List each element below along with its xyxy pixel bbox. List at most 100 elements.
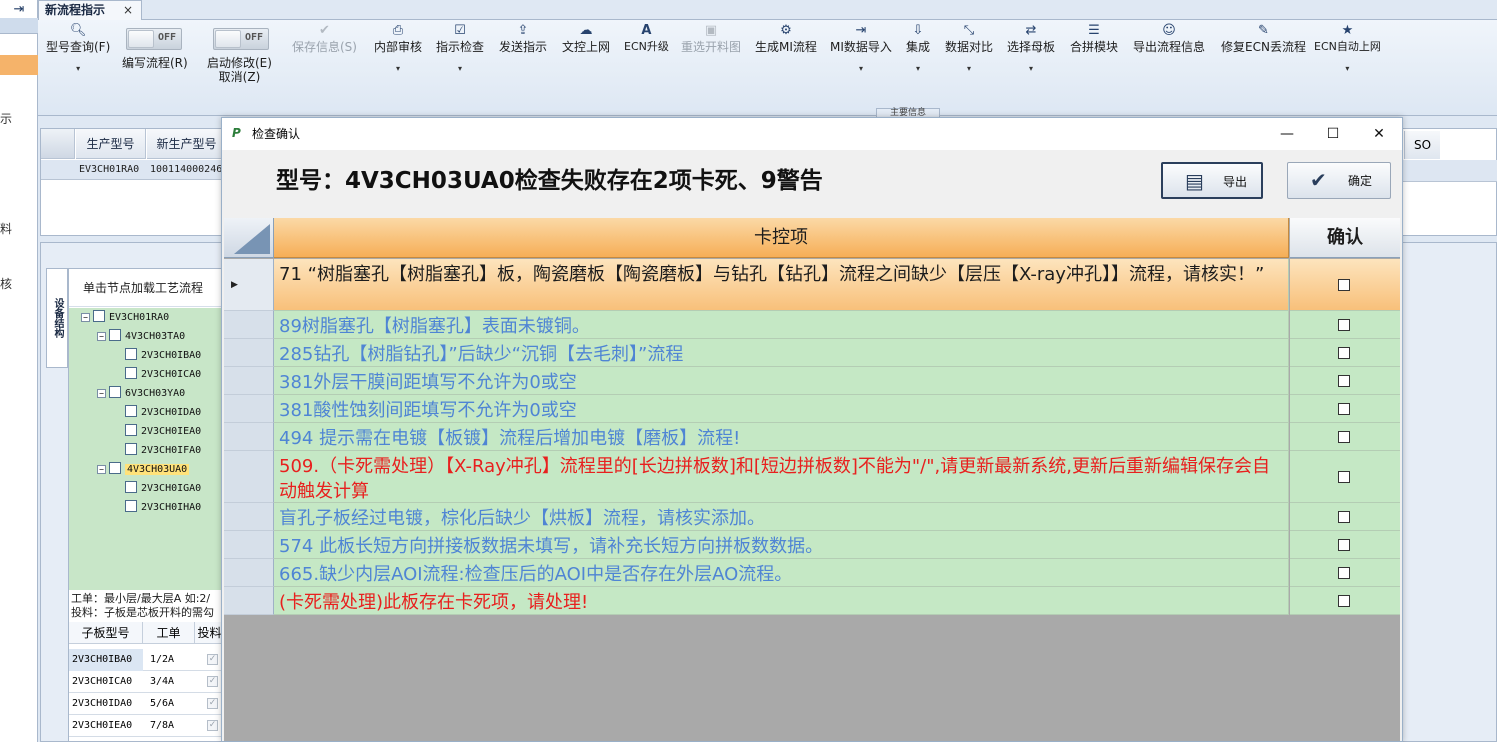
- table-row[interactable]: 89树脂塞孔【树脂塞孔】表面未镀铜。: [224, 311, 1400, 339]
- confirm-checkbox[interactable]: [1338, 278, 1350, 291]
- export-button[interactable]: ▤ 导出: [1161, 162, 1263, 199]
- document-tab[interactable]: 新流程指示 ×: [38, 0, 142, 20]
- tree-node[interactable]: 2V3CH0ICA0: [125, 365, 201, 384]
- table-row[interactable]: ▶ 71 “树脂塞孔【树脂塞孔】板，陶瓷磨板【陶瓷磨板】与钻孔【钻孔】流程之间缺…: [224, 259, 1400, 311]
- grid-corner[interactable]: [41, 129, 75, 159]
- dialog-titlebar[interactable]: P 检查确认 — ☐ ✕: [222, 118, 1402, 150]
- checkbox[interactable]: ✓: [207, 654, 218, 665]
- write-flow-label: 编写流程(R): [122, 56, 188, 70]
- collapse-icon: −: [97, 332, 106, 341]
- column-header[interactable]: 工单: [143, 622, 195, 644]
- write-flow-toggle[interactable]: OFF: [126, 28, 182, 50]
- tree-node[interactable]: 2V3CH0IHA0: [125, 498, 201, 517]
- tree-node[interactable]: 2V3CH0IFA0: [125, 441, 201, 460]
- column-header-item[interactable]: 卡控项: [274, 218, 1289, 258]
- repair-ecn-flow-button[interactable]: ✎ 修复ECN丢流程: [1221, 22, 1306, 54]
- mi-data-import-button[interactable]: ⇥ MI数据导入 ▾: [830, 22, 892, 73]
- confirm-checkbox[interactable]: [1338, 402, 1350, 415]
- tree-node[interactable]: 2V3CH0IBA0: [125, 346, 201, 365]
- close-icon[interactable]: ×: [123, 1, 133, 20]
- confirm-checkbox[interactable]: [1338, 374, 1350, 387]
- chevron-down-icon[interactable]: ▾: [436, 64, 484, 73]
- column-header-confirm[interactable]: 确认: [1290, 218, 1400, 258]
- chevron-down-icon[interactable]: ▾: [1007, 64, 1055, 73]
- table-row[interactable]: 381酸性蚀刻间距填写不允许为0或空: [224, 395, 1400, 423]
- confirm-checkbox[interactable]: [1338, 318, 1350, 331]
- column-header[interactable]: 子板型号: [69, 622, 143, 644]
- save-info-button[interactable]: ✔ 保存信息(S): [292, 22, 357, 54]
- chevron-down-icon[interactable]: ▾: [906, 64, 930, 73]
- table-row[interactable]: 665.缺少内层AOI流程:检查压后的AOI中是否存在外层AO流程。: [224, 559, 1400, 587]
- check-icon: ✔: [319, 23, 330, 38]
- column-header[interactable]: 生产型号: [76, 129, 146, 159]
- start-modify-toggle[interactable]: OFF: [213, 28, 269, 50]
- tree-node[interactable]: − EV3CH01RA0: [81, 308, 169, 327]
- select-motherboard-button[interactable]: ⇄ 选择母板 ▾: [1007, 22, 1055, 73]
- chevron-down-icon[interactable]: ▾: [830, 64, 892, 73]
- tree-node[interactable]: 2V3CH0IEA0: [125, 422, 201, 441]
- start-modify-label[interactable]: 启动修改(E) 取消(Z): [207, 56, 272, 84]
- tree-node[interactable]: 2V3CH0IGA0: [125, 479, 201, 498]
- column-header[interactable]: 新生产型号: [147, 129, 227, 159]
- close-icon[interactable]: ✕: [1356, 118, 1402, 150]
- ecn-upgrade-button[interactable]: A ECN升级: [624, 22, 669, 54]
- chevron-down-icon[interactable]: ▾: [46, 64, 110, 73]
- reselect-cut-drawing-button[interactable]: ▣ 重选开料图: [681, 22, 741, 54]
- send-instruction-button[interactable]: ⇪ 发送指示: [499, 22, 547, 54]
- column-header[interactable]: SO: [1404, 131, 1440, 159]
- tab-device-structure[interactable]: 设备结构: [46, 268, 68, 368]
- tree-node[interactable]: −4V3CH03TA0: [97, 327, 185, 346]
- confirm-button[interactable]: ✔ 确定: [1287, 162, 1391, 199]
- table-row[interactable]: 285钻孔【树脂钻孔】”后缺少“沉铜【去毛刺】”流程: [224, 339, 1400, 367]
- doc-online-button[interactable]: ☁ 文控上网: [562, 22, 610, 54]
- table-row[interactable]: [1400, 160, 1497, 182]
- checkbox[interactable]: ✓: [207, 676, 218, 687]
- confirm-checkbox[interactable]: [1338, 510, 1350, 523]
- tree-node[interactable]: −6V3CH03YA0: [97, 384, 185, 403]
- confirm-checkbox[interactable]: [1338, 470, 1350, 483]
- app-logo-icon: P: [232, 126, 241, 140]
- checkbox[interactable]: ✓: [207, 698, 218, 709]
- table-row[interactable]: 2V3CH0IDA0 5/6A ✓: [69, 693, 225, 715]
- tree-node-selected[interactable]: −4V3CH03UA0: [97, 460, 190, 479]
- table-row[interactable]: 381外层干膜间距填写不允许为0或空: [224, 367, 1400, 395]
- chevron-down-icon[interactable]: ▾: [374, 64, 422, 73]
- tree-checkbox: [93, 310, 105, 322]
- table-row[interactable]: 494 提示需在电镀【板镀】流程后增加电镀【磨板】流程!: [224, 423, 1400, 451]
- table-row[interactable]: 盲孔子板经过电镀，棕化后缺少【烘板】流程，请核实添加。: [224, 503, 1400, 531]
- table-row[interactable]: (卡死需处理)此板存在卡死项，请处理!: [224, 587, 1400, 615]
- checkbox[interactable]: ✓: [207, 720, 218, 731]
- confirm-checkbox[interactable]: [1338, 566, 1350, 579]
- check-icon: ✔: [1310, 168, 1327, 192]
- table-row[interactable]: 509.（卡死需处理）【X-Ray冲孔】流程里的[长边拼板数]和[短边拼板数]不…: [224, 451, 1400, 503]
- model-query-button[interactable]: 🔍︎ 型号查询(F) ▾: [46, 22, 110, 73]
- exit-icon[interactable]: ⇥: [10, 2, 28, 18]
- confirm-checkbox[interactable]: [1338, 594, 1350, 607]
- chevron-down-icon[interactable]: ▾: [945, 64, 993, 73]
- table-row[interactable]: 2V3CH0IBA0 1/2A ✓: [69, 649, 225, 671]
- row-message: 509.（卡死需处理）【X-Ray冲孔】流程里的[长边拼板数]和[短边拼板数]不…: [274, 451, 1289, 503]
- chevron-down-icon[interactable]: ▾: [1314, 64, 1381, 73]
- confirm-checkbox[interactable]: [1338, 346, 1350, 359]
- data-compare-button[interactable]: ⤡ 数据对比 ▾: [945, 22, 993, 73]
- table-row[interactable]: 574 此板长短方向拼接板数据未填写，请补充长短方向拼板数数据。: [224, 531, 1400, 559]
- table-row[interactable]: 2V3CH0ICA0 3/4A ✓: [69, 671, 225, 693]
- table-row[interactable]: 2V3CH0IEA0 7/8A ✓: [69, 715, 225, 737]
- table-corner[interactable]: [224, 218, 274, 258]
- table-cell: 10011400024616: [150, 164, 227, 175]
- merge-module-button[interactable]: ☰ 合拼模块: [1070, 22, 1118, 54]
- ecn-auto-online-button[interactable]: ★ ECN自动上网 ▾: [1314, 22, 1381, 73]
- collapse-icon: −: [97, 389, 106, 398]
- generate-mi-flow-button[interactable]: ⚙ 生成MI流程: [755, 22, 817, 54]
- instruction-check-button[interactable]: ☑ 指示检查 ▾: [436, 22, 484, 73]
- internal-review-button[interactable]: ⎙ 内部审核 ▾: [374, 22, 422, 73]
- export-flow-info-button[interactable]: ☺ 导出流程信息: [1133, 22, 1205, 54]
- confirm-checkbox[interactable]: [1338, 538, 1350, 551]
- left-strip-selected-item[interactable]: [0, 55, 38, 75]
- integrate-button[interactable]: ⇩ 集成 ▾: [906, 22, 930, 73]
- tree-checkbox: [125, 443, 137, 455]
- maximize-icon[interactable]: ☐: [1310, 118, 1356, 150]
- tree-node[interactable]: 2V3CH0IDA0: [125, 403, 201, 422]
- confirm-checkbox[interactable]: [1338, 430, 1350, 443]
- minimize-icon[interactable]: —: [1264, 118, 1310, 150]
